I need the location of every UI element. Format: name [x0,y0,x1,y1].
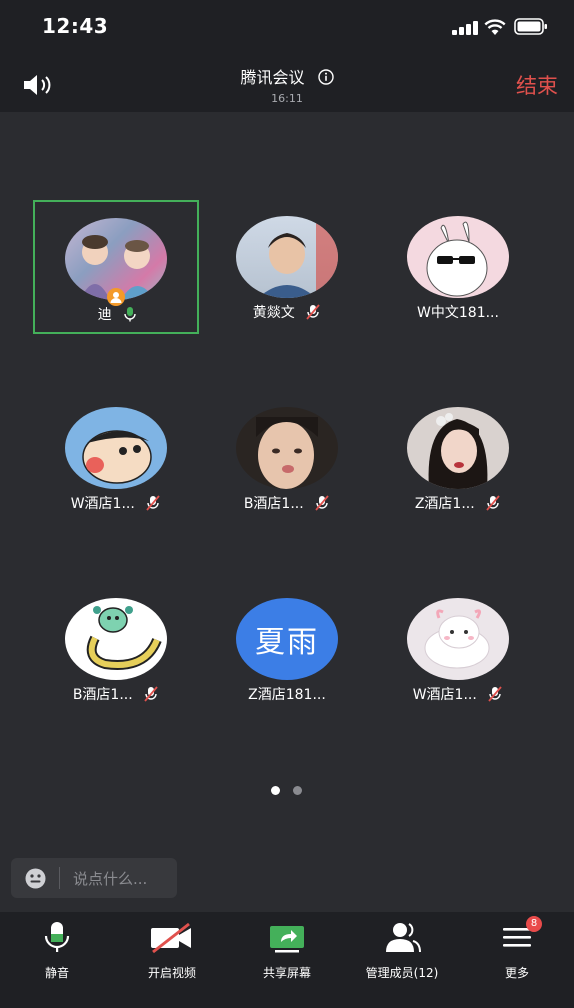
participant-tile[interactable]: W中文181... [375,200,541,334]
participant-name-row: 黄燚文 [204,302,370,322]
page-indicator-dot-active[interactable] [271,786,280,795]
participant-name: W酒店1... [412,687,477,703]
participant-name: 迪 [97,307,112,323]
manage-members-label: 管理成员(12) [365,966,439,980]
wifi-icon [484,19,506,35]
participant-name-row: W酒店1... [33,493,199,513]
status-time: 12:43 [42,14,109,38]
video-off-icon [151,922,191,954]
meeting-timer: 16:11 [271,92,303,105]
participant-tile[interactable]: B酒店1... [33,582,199,716]
page-indicator-dot[interactable] [293,786,302,795]
notification-badge: 8 [526,916,542,932]
mic-muted-icon [486,495,500,511]
cellular-signal-icon [452,21,478,35]
share-screen-label: 共享屏幕 [262,966,311,980]
participant-name-row: B酒店1... [33,684,199,704]
participant-name-row: Z酒店181... [204,684,370,704]
participant-name: W中文181... [417,305,499,321]
participant-name: Z酒店181... [248,687,326,703]
participant-tile[interactable]: 迪 [33,200,199,334]
mute-button[interactable]: 静音 [0,920,114,990]
participant-name-row: W酒店1... [375,684,541,704]
participant-name: B酒店1... [243,496,304,512]
end-meeting-button[interactable]: 结束 [516,70,558,100]
info-icon[interactable] [317,69,334,85]
participant-name-row: B酒店1... [204,493,370,513]
meeting-title-group[interactable]: 腾讯会议 [0,64,574,88]
participant-tile[interactable]: W酒店1... [375,582,541,716]
participant-tile[interactable]: Z酒店1... [375,391,541,525]
participant-tile[interactable]: W酒店1... [33,391,199,525]
chat-input[interactable]: 说点什么... [11,858,177,898]
more-label: 更多 [504,966,529,980]
participant-name: B酒店1... [72,687,133,703]
mic-muted-icon [488,686,502,702]
avatar [65,598,167,680]
mic-muted-icon [146,495,160,511]
meeting-header: 腾讯会议 16:11 结束 [0,52,574,112]
chat-divider [59,867,60,889]
participant-tile[interactable]: 黄燚文 [204,200,370,334]
mic-muted-icon [144,686,158,702]
emoji-icon[interactable] [25,868,46,889]
more-button[interactable]: 更多 [460,920,574,990]
avatar: 夏雨 [236,598,338,680]
participant-tile[interactable]: B酒店1... [204,391,370,525]
mic-icon [44,922,70,952]
share-screen-icon [270,926,304,953]
avatar [65,407,167,489]
avatar [407,216,509,298]
start-video-button[interactable]: 开启视频 [115,920,229,990]
participant-name: Z酒店1... [414,496,475,512]
meeting-title: 腾讯会议 [240,68,305,87]
mic-on-icon [124,307,136,322]
participant-name: W酒店1... [70,496,135,512]
mute-label: 静音 [44,966,69,980]
start-video-label: 开启视频 [147,966,196,980]
participant-name: 黄燚文 [252,305,295,321]
participant-tile[interactable]: 夏雨 Z酒店181... [204,582,370,716]
avatar [236,216,338,298]
mic-muted-icon [315,495,329,511]
participant-name-row: Z酒店1... [375,493,541,513]
mic-muted-icon [306,304,320,320]
avatar [407,598,509,680]
avatar [236,407,338,489]
chat-placeholder: 说点什么... [73,870,148,888]
participant-name-row: W中文181... [375,302,541,322]
avatar [407,407,509,489]
share-screen-button[interactable]: 共享屏幕 [230,920,344,990]
manage-members-button[interactable]: 管理成员(12) [345,920,459,990]
status-bar: 12:43 [0,0,574,52]
avatar-text: 夏雨 [255,625,319,660]
bottom-toolbar: 静音 开启视频 共享屏幕 管理成员(12) 更多 [0,912,574,1008]
battery-icon [514,18,547,35]
members-icon [386,923,421,953]
participant-name-row: 迪 [35,304,201,324]
